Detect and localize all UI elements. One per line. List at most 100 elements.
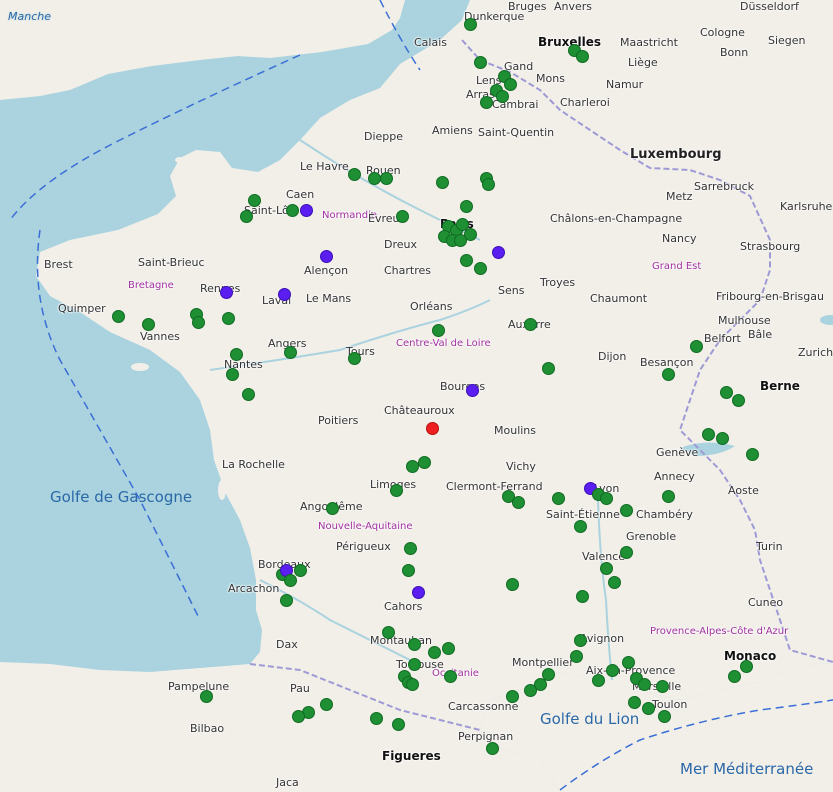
label-region: Nouvelle-Aquitaine <box>318 521 413 532</box>
map-marker-green[interactable] <box>620 546 633 559</box>
map-marker-green[interactable] <box>606 664 619 677</box>
label-city: Saint-Étienne <box>546 508 620 521</box>
map-marker-green[interactable] <box>592 674 605 687</box>
map-marker-green[interactable] <box>444 670 457 683</box>
map-marker-green[interactable] <box>622 656 635 669</box>
map-marker-green[interactable] <box>482 178 495 191</box>
map-marker-green[interactable] <box>396 210 409 223</box>
map-marker-blue[interactable] <box>320 250 333 263</box>
map-marker-green[interactable] <box>326 502 339 515</box>
map-marker-green[interactable] <box>464 18 477 31</box>
map-marker-green[interactable] <box>576 50 589 63</box>
map-marker-green[interactable] <box>284 346 297 359</box>
map-marker-green[interactable] <box>474 56 487 69</box>
map-marker-green[interactable] <box>638 678 651 691</box>
map-marker-green[interactable] <box>600 492 613 505</box>
map-marker-green[interactable] <box>348 168 361 181</box>
map-marker-green[interactable] <box>740 660 753 673</box>
map-marker-green[interactable] <box>200 690 213 703</box>
map-marker-green[interactable] <box>460 254 473 267</box>
map-marker-green[interactable] <box>512 496 525 509</box>
map-marker-green[interactable] <box>380 172 393 185</box>
map-marker-green[interactable] <box>662 368 675 381</box>
map-marker-green[interactable] <box>390 484 403 497</box>
map-marker-green[interactable] <box>656 680 669 693</box>
map-marker-green[interactable] <box>392 718 405 731</box>
map-marker-green[interactable] <box>230 348 243 361</box>
map-marker-green[interactable] <box>658 710 671 723</box>
map-marker-green[interactable] <box>436 176 449 189</box>
map-marker-green[interactable] <box>746 448 759 461</box>
map-marker-green[interactable] <box>728 670 741 683</box>
map-marker-blue[interactable] <box>466 384 479 397</box>
map-marker-green[interactable] <box>112 310 125 323</box>
map-marker-green[interactable] <box>402 564 415 577</box>
map-marker-blue[interactable] <box>278 288 291 301</box>
map-marker-green[interactable] <box>474 262 487 275</box>
map-marker-blue[interactable] <box>492 246 505 259</box>
map-marker-green[interactable] <box>408 658 421 671</box>
map-marker-green[interactable] <box>406 678 419 691</box>
map-marker-green[interactable] <box>286 204 299 217</box>
label-city: Arcachon <box>228 582 280 595</box>
map-marker-green[interactable] <box>506 578 519 591</box>
map-marker-green[interactable] <box>642 702 655 715</box>
map-marker-green[interactable] <box>576 590 589 603</box>
map-marker-green[interactable] <box>524 318 537 331</box>
map-marker-green[interactable] <box>284 574 297 587</box>
map-marker-green[interactable] <box>460 200 473 213</box>
map-marker-green[interactable] <box>442 642 455 655</box>
map-marker-green[interactable] <box>732 394 745 407</box>
map-marker-green[interactable] <box>240 210 253 223</box>
map-marker-green[interactable] <box>480 96 493 109</box>
map-marker-blue[interactable] <box>300 204 313 217</box>
map-marker-green[interactable] <box>574 520 587 533</box>
map-marker-green[interactable] <box>248 194 261 207</box>
label-city: Le Mans <box>306 292 352 305</box>
map-marker-green[interactable] <box>320 698 333 711</box>
map-marker-green[interactable] <box>702 428 715 441</box>
map-marker-green[interactable] <box>496 90 509 103</box>
map-marker-green[interactable] <box>294 564 307 577</box>
map-marker-green[interactable] <box>570 650 583 663</box>
map-view[interactable]: Manche Golfe de Gascogne Golfe du Lion M… <box>0 0 833 792</box>
map-marker-green[interactable] <box>662 490 675 503</box>
map-marker-green[interactable] <box>280 594 293 607</box>
map-marker-green[interactable] <box>454 234 467 247</box>
map-marker-green[interactable] <box>690 340 703 353</box>
map-marker-green[interactable] <box>370 712 383 725</box>
map-marker-red[interactable] <box>426 422 439 435</box>
map-marker-green[interactable] <box>600 562 613 575</box>
map-marker-green[interactable] <box>620 504 633 517</box>
map-marker-green[interactable] <box>222 312 235 325</box>
map-marker-green[interactable] <box>348 352 361 365</box>
map-marker-green[interactable] <box>242 388 255 401</box>
map-marker-green[interactable] <box>504 78 517 91</box>
label-city: Montauban <box>370 634 432 647</box>
map-marker-green[interactable] <box>552 492 565 505</box>
map-marker-green[interactable] <box>142 318 155 331</box>
map-marker-green[interactable] <box>408 638 421 651</box>
map-marker-green[interactable] <box>418 456 431 469</box>
map-marker-green[interactable] <box>628 696 641 709</box>
map-marker-green[interactable] <box>382 626 395 639</box>
map-marker-blue[interactable] <box>412 586 425 599</box>
map-marker-green[interactable] <box>192 316 205 329</box>
label-city: Châlons-en-Champagne <box>550 212 683 225</box>
map-marker-green[interactable] <box>404 542 417 555</box>
label-city: Alençon <box>304 264 349 277</box>
map-marker-green[interactable] <box>720 386 733 399</box>
map-marker-green[interactable] <box>542 362 555 375</box>
map-marker-blue[interactable] <box>220 286 233 299</box>
map-marker-green[interactable] <box>608 576 621 589</box>
map-marker-green[interactable] <box>226 368 239 381</box>
map-marker-green[interactable] <box>716 432 729 445</box>
map-marker-green[interactable] <box>506 690 519 703</box>
map-marker-green[interactable] <box>524 684 537 697</box>
map-marker-green[interactable] <box>432 324 445 337</box>
map-marker-green[interactable] <box>428 646 441 659</box>
label-city: Périgueux <box>336 540 391 553</box>
map-marker-green[interactable] <box>292 710 305 723</box>
map-marker-green[interactable] <box>486 742 499 755</box>
map-marker-green[interactable] <box>574 634 587 647</box>
